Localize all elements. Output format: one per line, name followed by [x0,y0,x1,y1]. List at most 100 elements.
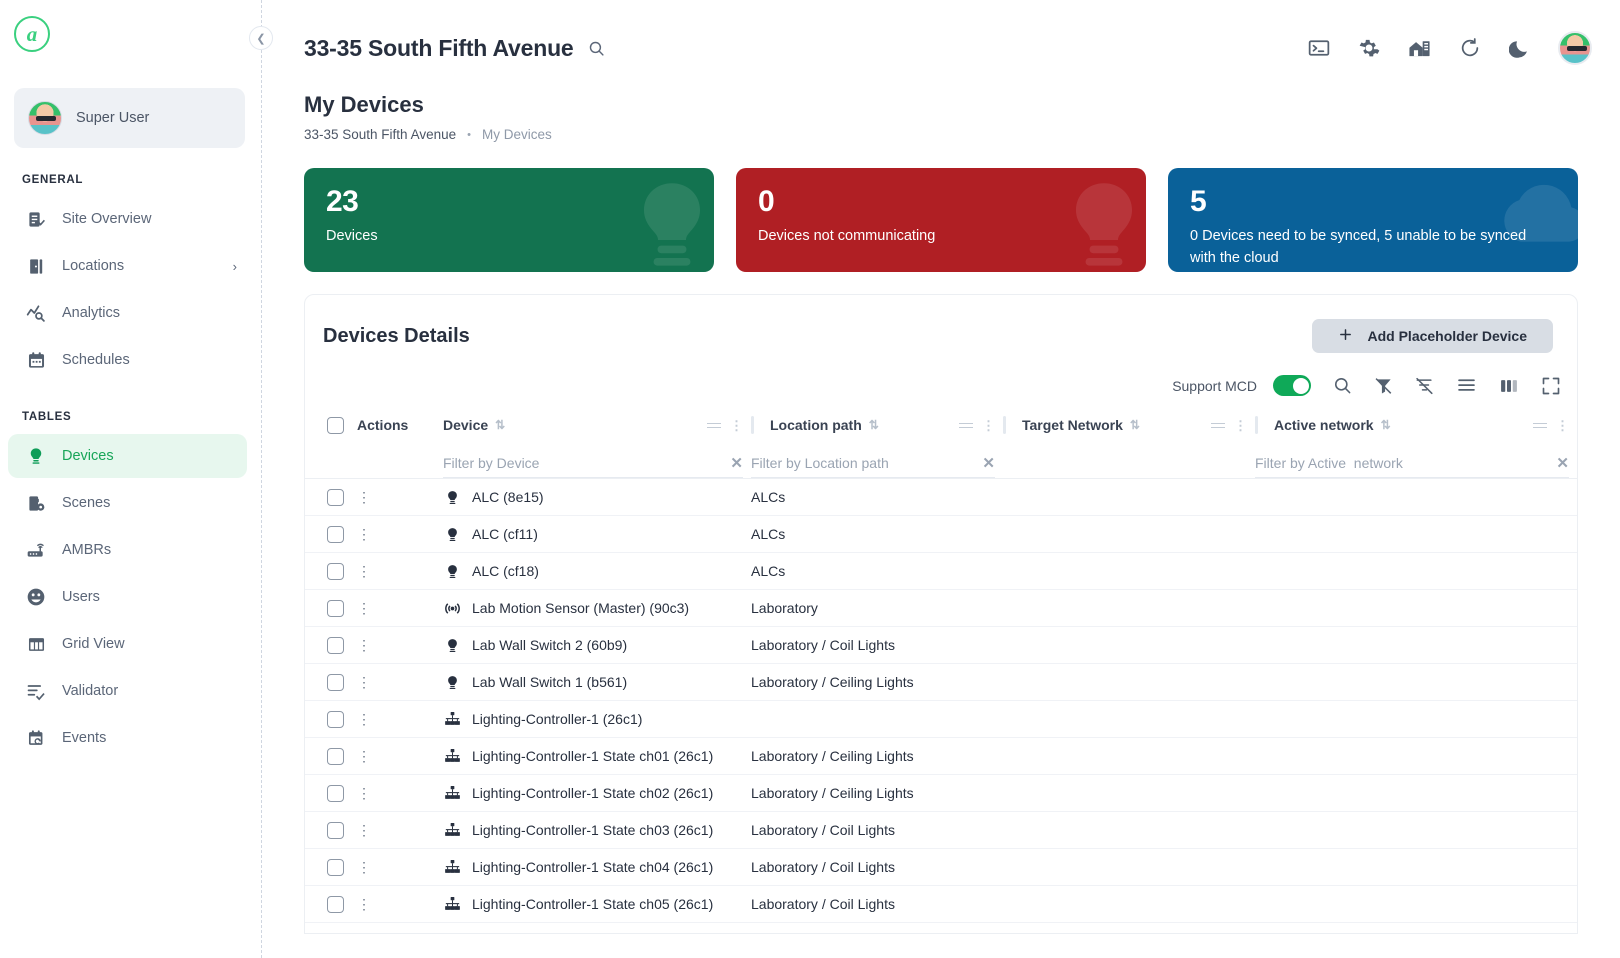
sort-icon[interactable]: ⇅ [869,418,879,432]
sidebar-item-label: Schedules [62,352,130,368]
th-active-network[interactable]: Active network ⇅ ⋮ ✕ [1255,396,1577,479]
sidebar-item-grid-view[interactable]: Grid View [8,622,247,666]
table-row[interactable]: ⋮ Lab Motion Sensor (Master) (90c3) Labora… [305,589,1577,627]
fullscreen-icon[interactable] [1541,376,1561,396]
rows-density-icon[interactable] [1456,375,1477,396]
gear-icon[interactable] [1358,37,1380,59]
active-network-filter-row[interactable]: ✕ [1255,448,1569,478]
row-actions-menu-icon[interactable]: ⋮ [357,748,371,764]
stat-card-not-communicating[interactable]: 0 Devices not communicating [736,168,1146,272]
table-row[interactable]: ⋮ Lighting-Controller-1 State ch04 (26c1)… [305,848,1577,886]
row-checkbox[interactable] [327,488,344,506]
column-resize-handle[interactable] [707,421,721,430]
sidebar-item-users[interactable]: Users [8,575,247,619]
th-location-path[interactable]: Location path ⇅ ⋮ ✕ [751,396,1003,479]
row-actions-menu-icon[interactable]: ⋮ [357,489,371,505]
sidebar-item-events[interactable]: Events [8,716,247,760]
device-filter-row[interactable]: ✕ [443,448,743,478]
row-actions-menu-icon[interactable]: ⋮ [357,822,371,838]
filter-off-icon[interactable] [1374,376,1393,395]
sidebar-item-ambrs[interactable]: AMBRs [8,528,247,572]
row-checkbox[interactable] [327,821,344,839]
device-name: Lighting-Controller-1 State ch01 (26c1) [472,748,714,764]
filter-input-device[interactable] [443,454,725,471]
sort-icon[interactable]: ⇅ [1381,418,1391,432]
row-checkbox[interactable] [327,599,344,617]
clear-filter-icon[interactable]: ✕ [724,454,743,472]
clipboard-check-icon [26,209,46,229]
table-row[interactable]: ⋮ ALC (cf18) ALCs [305,552,1577,590]
th-device[interactable]: Device ⇅ ⋮ ✕ [443,396,751,479]
row-actions-menu-icon[interactable]: ⋮ [357,711,371,727]
sidebar-item-validator[interactable]: Validator [8,669,247,713]
terminal-icon[interactable] [1308,37,1330,59]
row-actions-menu-icon[interactable]: ⋮ [357,785,371,801]
row-checkbox[interactable] [327,858,344,876]
row-actions-menu-icon[interactable]: ⋮ [357,674,371,690]
table-row[interactable]: ⋮ Lighting-Controller-1 State ch03 (26c1)… [305,811,1577,849]
location-filter-row[interactable]: ✕ [751,448,995,478]
sort-icon[interactable]: ⇅ [1130,418,1140,432]
location-path-value: Laboratory / Coil Lights [751,859,895,875]
sidebar-item-analytics[interactable]: Analytics [8,291,247,335]
row-actions-menu-icon[interactable]: ⋮ [357,563,371,579]
sidebar-item-schedules[interactable]: Schedules [8,338,247,382]
stat-card-sync[interactable]: 5 0 Devices need to be synced, 5 unable … [1168,168,1578,272]
table-row[interactable]: ⋮ ALC (8e15) ALCs [305,478,1577,516]
search-icon[interactable] [1333,376,1352,395]
search-icon[interactable] [588,40,605,57]
row-actions-menu-icon[interactable]: ⋮ [357,526,371,542]
clear-filter-icon[interactable]: ✕ [976,454,995,472]
refresh-icon[interactable] [1459,37,1481,59]
sidebar-collapse-button[interactable]: ❮ [249,26,273,50]
column-resize-handle[interactable] [1211,421,1225,430]
row-actions-menu-icon[interactable]: ⋮ [357,896,371,912]
avatar[interactable] [1558,31,1592,65]
moon-icon[interactable] [1509,38,1530,59]
row-actions-menu-icon[interactable]: ⋮ [357,637,371,653]
building-icon[interactable] [1408,37,1431,60]
column-menu-icon[interactable]: ⋮ [1556,419,1569,432]
sidebar-item-locations[interactable]: Locations › [8,244,247,288]
row-checkbox[interactable] [327,562,344,580]
sidebar-user-card[interactable]: Super User [14,88,245,148]
row-checkbox[interactable] [327,747,344,765]
row-checkbox[interactable] [327,525,344,543]
th-target-network[interactable]: Target Network ⇅ ⋮ [1003,396,1255,479]
table-row[interactable]: ⋮ Lab Wall Switch 1 (b561) Laboratory / Ce… [305,663,1577,701]
clear-filters-icon[interactable] [1415,376,1434,395]
row-checkbox[interactable] [327,784,344,802]
row-actions-menu-icon[interactable]: ⋮ [357,600,371,616]
breadcrumb-root[interactable]: 33-35 South Fifth Avenue [304,127,456,142]
column-resize-handle[interactable] [1533,421,1547,430]
sort-icon[interactable]: ⇅ [495,418,505,432]
row-checkbox[interactable] [327,710,344,728]
sidebar-item-devices[interactable]: Devices [8,434,247,478]
stat-card-devices[interactable]: 23 Devices [304,168,714,272]
filter-input-location-path[interactable] [751,454,977,471]
table-row[interactable]: ⋮ Lighting-Controller-1 (26c1) [305,700,1577,738]
column-resize-handle[interactable] [959,421,973,430]
table-row[interactable]: ⋮ Lighting-Controller-1 State ch01 (26c1)… [305,737,1577,775]
clear-filter-icon[interactable]: ✕ [1550,454,1569,472]
add-placeholder-device-button[interactable]: Add Placeholder Device [1312,319,1553,353]
cell-target-network [1003,811,1255,849]
row-checkbox[interactable] [327,673,344,691]
table-row[interactable]: ⋮ ALC (cf11) ALCs [305,515,1577,553]
select-all-checkbox[interactable] [327,416,344,434]
row-checkbox[interactable] [327,636,344,654]
columns-icon[interactable] [1499,376,1519,396]
column-menu-icon[interactable]: ⋮ [730,419,743,432]
column-menu-icon[interactable]: ⋮ [1234,419,1247,432]
sidebar-item-site-overview[interactable]: Site Overview [8,197,247,241]
filter-input-active-network[interactable] [1255,454,1551,471]
support-mcd-toggle[interactable] [1273,375,1311,396]
brand-logo-icon[interactable]: a [14,16,50,52]
row-actions-menu-icon[interactable]: ⋮ [357,859,371,875]
sidebar-item-scenes[interactable]: Scenes [8,481,247,525]
table-row[interactable]: ⋮ Lighting-Controller-1 State ch05 (26c1)… [305,885,1577,923]
row-checkbox[interactable] [327,895,344,913]
column-menu-icon[interactable]: ⋮ [982,419,995,432]
table-row[interactable]: ⋮ Lab Wall Switch 2 (60b9) Laboratory / Co… [305,626,1577,664]
table-row[interactable]: ⋮ Lighting-Controller-1 State ch02 (26c1)… [305,774,1577,812]
